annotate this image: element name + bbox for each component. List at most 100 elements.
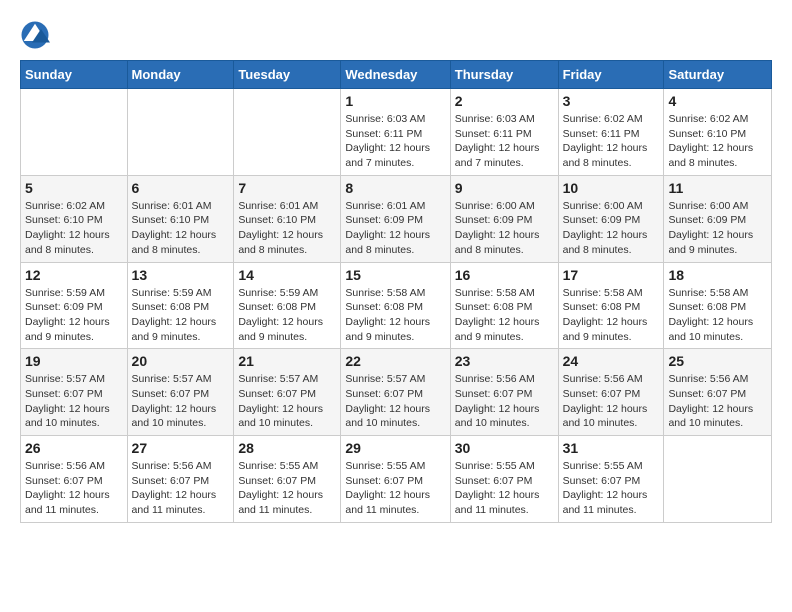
day-info: Sunrise: 6:02 AM Sunset: 6:10 PM Dayligh… xyxy=(668,112,767,171)
day-info: Sunrise: 6:03 AM Sunset: 6:11 PM Dayligh… xyxy=(345,112,445,171)
day-info: Sunrise: 5:59 AM Sunset: 6:08 PM Dayligh… xyxy=(238,286,336,345)
calendar-cell: 12Sunrise: 5:59 AM Sunset: 6:09 PM Dayli… xyxy=(21,262,128,349)
day-number: 25 xyxy=(668,353,767,369)
day-info: Sunrise: 5:56 AM Sunset: 6:07 PM Dayligh… xyxy=(563,372,660,431)
calendar-cell: 16 Sunrise: 5:58 AM Sunset: 6:08 PM Dayli… xyxy=(450,262,558,349)
calendar-cell: 22Sunrise: 5:57 AM Sunset: 6:07 PM Dayli… xyxy=(341,349,450,436)
day-info: Sunrise: 6:02 AM Sunset: 6:11 PM Dayligh… xyxy=(563,112,660,171)
calendar-week-3: 12Sunrise: 5:59 AM Sunset: 6:09 PM Dayli… xyxy=(21,262,772,349)
day-info: Sunrise: 5:59 AM Sunset: 6:08 PM Dayligh… xyxy=(132,286,230,345)
calendar-cell xyxy=(664,436,772,523)
day-info: Sunrise: 5:59 AM Sunset: 6:09 PM Dayligh… xyxy=(25,286,123,345)
calendar-cell: 18 Sunrise: 5:58 AM Sunset: 6:08 PM Dayli… xyxy=(664,262,772,349)
day-number: 20 xyxy=(132,353,230,369)
calendar-week-5: 26 Sunrise: 5:56 AM Sunset: 6:07 PM Dayli… xyxy=(21,436,772,523)
day-number: 24 xyxy=(563,353,660,369)
day-number: 4 xyxy=(668,93,767,109)
day-number: 9 xyxy=(455,180,554,196)
day-info: Sunrise: 6:00 AM Sunset: 6:09 PM Dayligh… xyxy=(455,199,554,258)
calendar-cell: 21 Sunrise: 5:57 AM Sunset: 6:07 PM Dayli… xyxy=(234,349,341,436)
day-info: Sunrise: 5:56 AM Sunset: 6:07 PM Dayligh… xyxy=(132,459,230,518)
calendar-cell: 8 Sunrise: 6:01 AM Sunset: 6:09 PM Daylig… xyxy=(341,175,450,262)
calendar-week-4: 19Sunrise: 5:57 AM Sunset: 6:07 PM Dayli… xyxy=(21,349,772,436)
calendar-cell: 26Sunrise: 5:56 AM Sunset: 6:07 PM Dayli… xyxy=(21,436,128,523)
logo-icon xyxy=(20,20,50,50)
day-info: Sunrise: 5:55 AM Sunset: 6:07 PM Dayligh… xyxy=(345,459,445,518)
calendar-cell: 5 Sunrise: 6:02 AM Sunset: 6:10 PM Daylig… xyxy=(21,175,128,262)
day-number: 23 xyxy=(455,353,554,369)
weekday-header-tuesday: Tuesday xyxy=(234,61,341,89)
calendar-cell: 23 Sunrise: 5:56 AM Sunset: 6:07 PM Dayli… xyxy=(450,349,558,436)
calendar-week-2: 5 Sunrise: 6:02 AM Sunset: 6:10 PM Daylig… xyxy=(21,175,772,262)
day-info: Sunrise: 5:55 AM Sunset: 6:07 PM Dayligh… xyxy=(238,459,336,518)
weekday-header-thursday: Thursday xyxy=(450,61,558,89)
calendar-cell: 7 Sunrise: 6:01 AM Sunset: 6:10 PM Daylig… xyxy=(234,175,341,262)
day-number: 26 xyxy=(25,440,123,456)
calendar-cell: 15 Sunrise: 5:58 AM Sunset: 6:08 PM Dayli… xyxy=(341,262,450,349)
calendar-cell: 13 Sunrise: 5:59 AM Sunset: 6:08 PM Dayli… xyxy=(127,262,234,349)
day-number: 29 xyxy=(345,440,445,456)
day-info: Sunrise: 6:03 AM Sunset: 6:11 PM Dayligh… xyxy=(455,112,554,171)
day-number: 16 xyxy=(455,267,554,283)
day-info: Sunrise: 6:01 AM Sunset: 6:10 PM Dayligh… xyxy=(238,199,336,258)
day-number: 31 xyxy=(563,440,660,456)
day-info: Sunrise: 5:56 AM Sunset: 6:07 PM Dayligh… xyxy=(455,372,554,431)
calendar-cell: 9 Sunrise: 6:00 AM Sunset: 6:09 PM Daylig… xyxy=(450,175,558,262)
calendar-week-1: 1 Sunrise: 6:03 AM Sunset: 6:11 PM Daylig… xyxy=(21,89,772,176)
day-info: Sunrise: 5:57 AM Sunset: 6:07 PM Dayligh… xyxy=(25,372,123,431)
day-number: 15 xyxy=(345,267,445,283)
weekday-header-sunday: Sunday xyxy=(21,61,128,89)
calendar-cell: 17 Sunrise: 5:58 AM Sunset: 6:08 PM Dayli… xyxy=(558,262,664,349)
calendar-cell: 2 Sunrise: 6:03 AM Sunset: 6:11 PM Daylig… xyxy=(450,89,558,176)
day-number: 17 xyxy=(563,267,660,283)
calendar-cell xyxy=(21,89,128,176)
calendar-cell: 27 Sunrise: 5:56 AM Sunset: 6:07 PM Dayli… xyxy=(127,436,234,523)
day-number: 1 xyxy=(345,93,445,109)
day-number: 6 xyxy=(132,180,230,196)
day-info: Sunrise: 5:58 AM Sunset: 6:08 PM Dayligh… xyxy=(668,286,767,345)
calendar-table: SundayMondayTuesdayWednesdayThursdayFrid… xyxy=(20,60,772,523)
day-number: 28 xyxy=(238,440,336,456)
day-number: 27 xyxy=(132,440,230,456)
day-number: 18 xyxy=(668,267,767,283)
logo xyxy=(20,20,54,50)
calendar-cell: 6Sunrise: 6:01 AM Sunset: 6:10 PM Daylig… xyxy=(127,175,234,262)
calendar-cell: 20 Sunrise: 5:57 AM Sunset: 6:07 PM Dayli… xyxy=(127,349,234,436)
calendar-cell xyxy=(127,89,234,176)
day-number: 7 xyxy=(238,180,336,196)
calendar-cell: 11Sunrise: 6:00 AM Sunset: 6:09 PM Dayli… xyxy=(664,175,772,262)
day-info: Sunrise: 5:58 AM Sunset: 6:08 PM Dayligh… xyxy=(455,286,554,345)
calendar-header-row: SundayMondayTuesdayWednesdayThursdayFrid… xyxy=(21,61,772,89)
weekday-header-saturday: Saturday xyxy=(664,61,772,89)
day-number: 8 xyxy=(345,180,445,196)
day-number: 13 xyxy=(132,267,230,283)
calendar-cell: 10 Sunrise: 6:00 AM Sunset: 6:09 PM Dayli… xyxy=(558,175,664,262)
day-number: 30 xyxy=(455,440,554,456)
calendar-cell: 4 Sunrise: 6:02 AM Sunset: 6:10 PM Daylig… xyxy=(664,89,772,176)
day-info: Sunrise: 5:57 AM Sunset: 6:07 PM Dayligh… xyxy=(132,372,230,431)
calendar-cell: 31 Sunrise: 5:55 AM Sunset: 6:07 PM Dayli… xyxy=(558,436,664,523)
day-info: Sunrise: 5:55 AM Sunset: 6:07 PM Dayligh… xyxy=(455,459,554,518)
weekday-header-monday: Monday xyxy=(127,61,234,89)
day-info: Sunrise: 6:00 AM Sunset: 6:09 PM Dayligh… xyxy=(563,199,660,258)
day-number: 3 xyxy=(563,93,660,109)
page-header xyxy=(20,20,772,50)
day-info: Sunrise: 5:57 AM Sunset: 6:07 PM Dayligh… xyxy=(345,372,445,431)
calendar-cell: 30 Sunrise: 5:55 AM Sunset: 6:07 PM Dayli… xyxy=(450,436,558,523)
day-info: Sunrise: 5:55 AM Sunset: 6:07 PM Dayligh… xyxy=(563,459,660,518)
calendar-cell: 24 Sunrise: 5:56 AM Sunset: 6:07 PM Dayli… xyxy=(558,349,664,436)
day-info: Sunrise: 5:57 AM Sunset: 6:07 PM Dayligh… xyxy=(238,372,336,431)
day-number: 14 xyxy=(238,267,336,283)
day-info: Sunrise: 5:58 AM Sunset: 6:08 PM Dayligh… xyxy=(563,286,660,345)
day-info: Sunrise: 5:56 AM Sunset: 6:07 PM Dayligh… xyxy=(668,372,767,431)
day-number: 2 xyxy=(455,93,554,109)
day-info: Sunrise: 6:02 AM Sunset: 6:10 PM Dayligh… xyxy=(25,199,123,258)
day-number: 21 xyxy=(238,353,336,369)
calendar-cell: 19Sunrise: 5:57 AM Sunset: 6:07 PM Dayli… xyxy=(21,349,128,436)
day-info: Sunrise: 6:01 AM Sunset: 6:09 PM Dayligh… xyxy=(345,199,445,258)
day-number: 10 xyxy=(563,180,660,196)
calendar-cell: 29 Sunrise: 5:55 AM Sunset: 6:07 PM Dayli… xyxy=(341,436,450,523)
day-number: 11 xyxy=(668,180,767,196)
day-number: 5 xyxy=(25,180,123,196)
day-info: Sunrise: 5:58 AM Sunset: 6:08 PM Dayligh… xyxy=(345,286,445,345)
